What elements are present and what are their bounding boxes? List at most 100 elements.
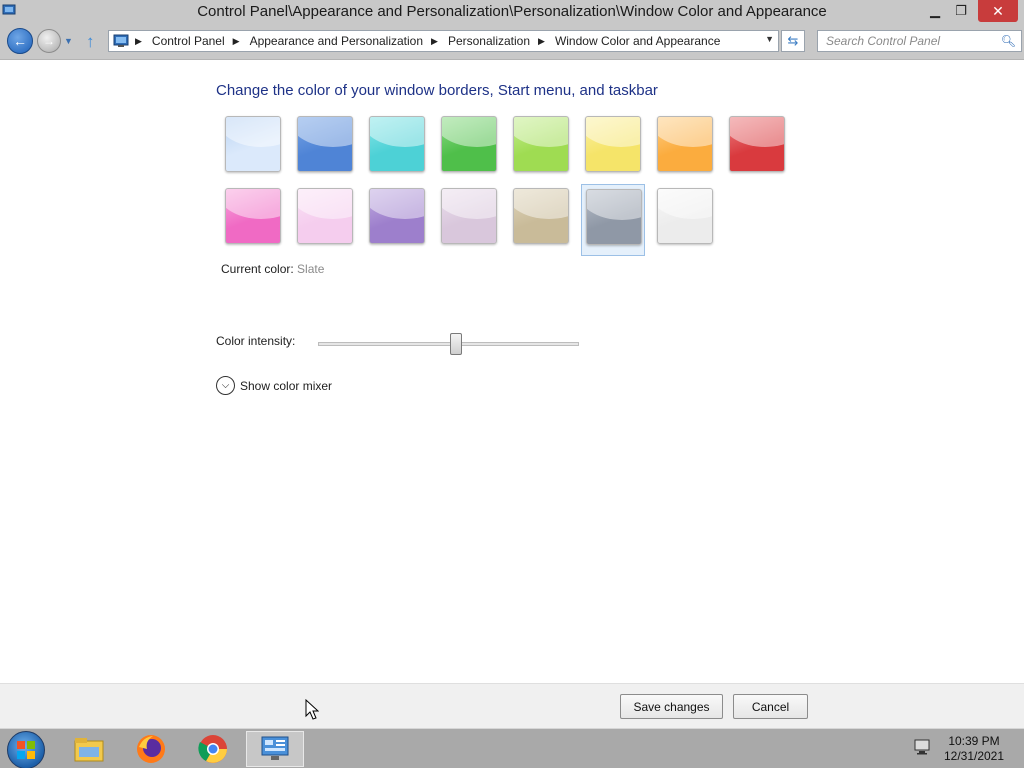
page-title: Change the color of your window borders,… — [216, 82, 658, 99]
action-bar: Save changes Cancel — [0, 683, 1024, 728]
file-explorer-icon — [74, 738, 104, 762]
restore-button[interactable]: ❐ — [950, 0, 972, 22]
swatch-gloss — [514, 189, 568, 219]
color-swatch-tile — [441, 188, 497, 244]
breadcrumb-appearance[interactable]: Appearance and Personalization ▶ — [250, 34, 448, 48]
breadcrumb-control-panel[interactable]: Control Panel ▶ — [152, 34, 250, 48]
color-swatch[interactable] — [725, 112, 789, 184]
color-swatch[interactable] — [365, 112, 429, 184]
restore-icon: ❐ — [955, 3, 967, 18]
color-swatch[interactable] — [437, 112, 501, 184]
color-swatch[interactable] — [221, 184, 285, 256]
breadcrumb-separator[interactable]: ▶ — [135, 36, 152, 47]
swatch-gloss — [442, 189, 496, 219]
taskbar-file-explorer[interactable] — [60, 731, 118, 767]
color-swatch-tile — [657, 188, 713, 244]
taskbar-control-panel[interactable] — [246, 731, 304, 767]
breadcrumb-personalization[interactable]: Personalization ▶ — [448, 34, 555, 48]
taskbar-chrome[interactable] — [184, 731, 242, 767]
mouse-cursor-icon — [305, 699, 319, 720]
chevron-right-icon[interactable]: ▶ — [538, 36, 545, 47]
search-box[interactable]: 🔍︎ — [817, 30, 1022, 52]
color-swatch-tile — [369, 188, 425, 244]
minimize-icon: ▁ — [930, 3, 940, 18]
color-swatch[interactable] — [293, 184, 357, 256]
chevron-right-icon[interactable]: ▶ — [431, 36, 438, 47]
color-swatch[interactable] — [653, 112, 717, 184]
color-swatch-tile — [586, 189, 642, 245]
color-swatch-tile — [657, 116, 713, 172]
system-clock[interactable]: 10:39 PM 12/31/2021 — [940, 734, 1008, 764]
color-swatch-tile — [513, 188, 569, 244]
minimize-button[interactable]: ▁ — [924, 0, 946, 22]
swatch-gloss — [226, 117, 280, 147]
address-dropdown[interactable]: ▼ — [765, 34, 774, 44]
color-swatch[interactable] — [509, 184, 573, 256]
save-changes-button[interactable]: Save changes — [620, 694, 723, 719]
taskbar: 10:39 PM 12/31/2021 — [0, 728, 1024, 768]
back-button[interactable]: ← — [7, 28, 33, 54]
network-icon[interactable] — [913, 739, 931, 755]
color-swatch[interactable] — [437, 184, 501, 256]
color-swatch-tile — [225, 188, 281, 244]
color-intensity-slider-thumb[interactable] — [450, 333, 462, 355]
current-color: Current color: Slate — [221, 262, 324, 276]
swatch-gloss — [658, 117, 712, 147]
search-icon[interactable]: 🔍︎ — [1001, 34, 1016, 48]
navigation-bar: ← → ▼ ↑ ▶ Control Panel ▶ Appearance and … — [0, 24, 1024, 60]
arrow-left-icon: ← — [13, 33, 27, 49]
chrome-icon — [198, 735, 227, 763]
firefox-icon — [137, 735, 165, 763]
cancel-button[interactable]: Cancel — [733, 694, 808, 719]
color-swatch[interactable] — [365, 184, 429, 256]
close-button[interactable]: ✕ — [978, 0, 1018, 22]
color-intensity-slider-track[interactable] — [318, 342, 579, 346]
show-color-mixer-label: Show color mixer — [240, 378, 333, 393]
search-input[interactable] — [826, 34, 1001, 48]
show-color-mixer-toggle[interactable]: ⌵ Show color mixer — [216, 376, 332, 395]
swatch-gloss — [587, 190, 641, 220]
refresh-button[interactable]: ⇆ — [781, 30, 805, 52]
forward-button[interactable]: → — [37, 29, 61, 53]
color-swatch[interactable] — [293, 112, 357, 184]
swatch-gloss — [514, 117, 568, 147]
refresh-icon: ⇆ — [787, 33, 799, 48]
window-title: Control Panel\Appearance and Personaliza… — [197, 3, 827, 20]
chevron-right-icon[interactable]: ▶ — [233, 36, 240, 47]
swatch-gloss — [226, 189, 280, 219]
clock-date: 12/31/2021 — [943, 749, 1005, 763]
color-swatch-tile — [225, 116, 281, 172]
up-button[interactable]: ↑ — [86, 32, 95, 52]
control-panel-icon — [261, 736, 289, 760]
swatch-gloss — [730, 117, 784, 147]
color-swatch-tile — [513, 116, 569, 172]
taskbar-firefox[interactable] — [122, 731, 180, 767]
swatch-gloss — [370, 189, 424, 219]
start-button[interactable] — [7, 731, 45, 768]
swatch-gloss — [298, 189, 352, 219]
color-swatch-tile — [585, 116, 641, 172]
color-swatch-tile — [729, 116, 785, 172]
color-swatch-tile — [297, 188, 353, 244]
arrow-up-icon: ↑ — [86, 32, 95, 51]
color-swatch[interactable] — [581, 112, 645, 184]
swatch-gloss — [658, 189, 712, 219]
color-swatch-tile — [441, 116, 497, 172]
swatch-gloss — [442, 117, 496, 147]
current-color-value: Slate — [297, 262, 325, 276]
current-color-label: Current color: — [221, 262, 294, 276]
color-swatch[interactable] — [653, 184, 717, 256]
swatch-gloss — [370, 117, 424, 147]
color-swatch[interactable] — [221, 112, 285, 184]
color-swatch-tile — [297, 116, 353, 172]
arrow-right-icon: → — [43, 34, 55, 48]
windows-logo-icon — [17, 741, 35, 759]
color-swatch[interactable] — [581, 184, 645, 256]
clock-time: 10:39 PM — [948, 734, 1000, 748]
chevron-down-icon: ⌵ — [216, 376, 235, 395]
breadcrumb-window-color[interactable]: Window Color and Appearance — [555, 34, 720, 48]
color-swatch[interactable] — [509, 112, 573, 184]
address-bar[interactable]: ▶ Control Panel ▶ Appearance and Personal… — [108, 30, 779, 52]
swatch-gloss — [586, 117, 640, 147]
recent-pages-dropdown[interactable]: ▼ — [64, 36, 73, 46]
